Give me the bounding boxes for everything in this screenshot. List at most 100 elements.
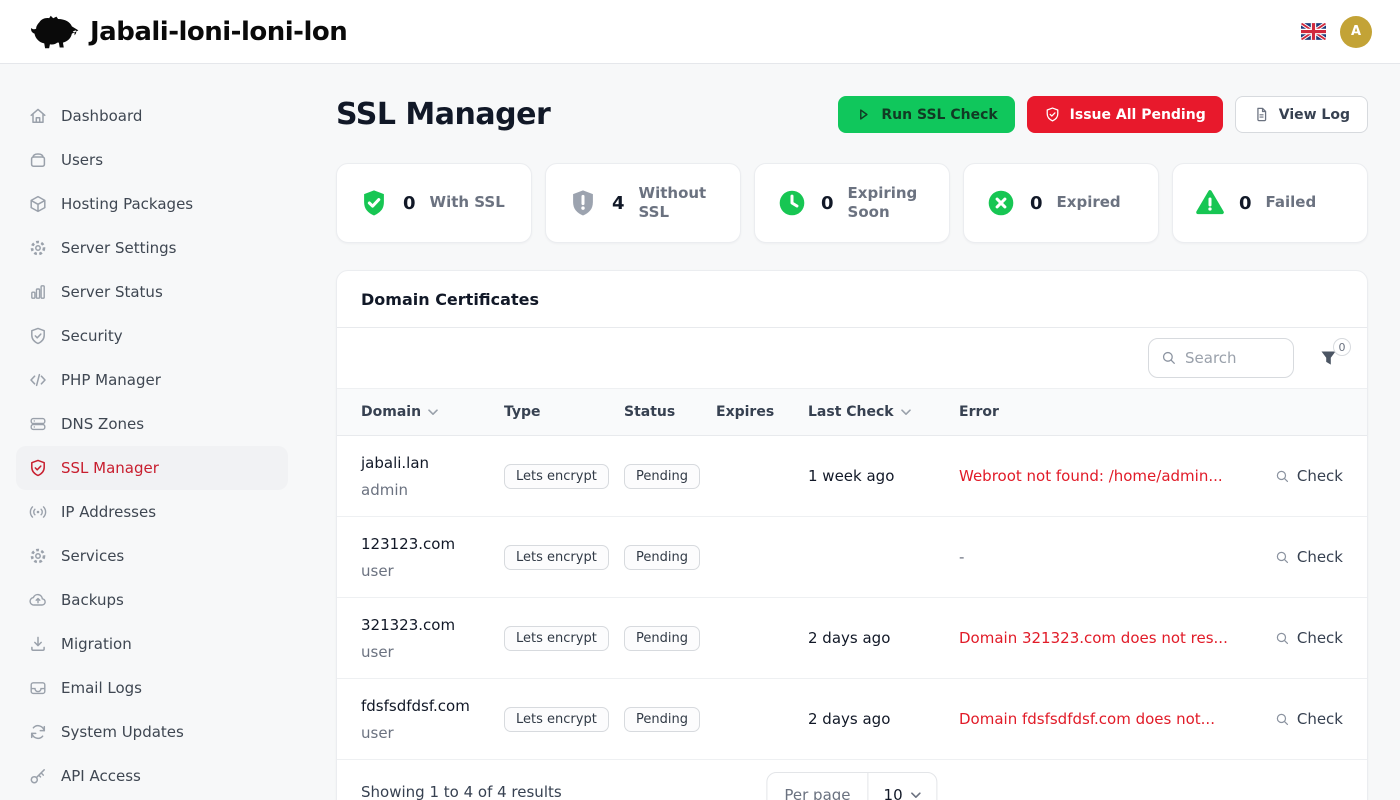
sidebar-item-label: Dashboard bbox=[61, 107, 142, 125]
bar-chart-icon bbox=[28, 282, 48, 302]
check-button[interactable]: Check bbox=[1275, 629, 1343, 647]
package-icon bbox=[28, 194, 48, 214]
clock-filled-icon bbox=[777, 188, 807, 218]
column-header-type: Type bbox=[504, 404, 624, 420]
column-header-last-check[interactable]: Last Check bbox=[808, 404, 959, 420]
stats-row: 0 With SSL 4 Without SSL 0 Expiring Soon… bbox=[336, 163, 1368, 243]
sidebar-item-system-updates[interactable]: System Updates bbox=[16, 710, 288, 754]
error-cell: Domain 321323.com does not res... bbox=[959, 629, 1247, 647]
check-button[interactable]: Check bbox=[1275, 548, 1343, 566]
chevron-down-icon bbox=[911, 792, 922, 799]
issue-all-pending-button[interactable]: Issue All Pending bbox=[1027, 96, 1223, 133]
table-row: jabali.lanadmin Lets encrypt Pending 1 w… bbox=[337, 436, 1367, 517]
sidebar-item-label: PHP Manager bbox=[61, 371, 161, 389]
results-summary: Showing 1 to 4 of 4 results bbox=[361, 783, 562, 800]
file-icon bbox=[1253, 106, 1270, 123]
card-title: Domain Certificates bbox=[361, 290, 539, 309]
stat-label: Failed bbox=[1266, 193, 1317, 213]
shield-check-filled-icon bbox=[359, 188, 389, 218]
check-button[interactable]: Check bbox=[1275, 710, 1343, 728]
check-button[interactable]: Check bbox=[1275, 467, 1343, 485]
domain-user: user bbox=[361, 724, 504, 742]
search-icon bbox=[1275, 712, 1290, 727]
filter-count-badge: 0 bbox=[1333, 338, 1351, 356]
status-badge: Pending bbox=[624, 545, 700, 570]
sidebar-item-ip-addresses[interactable]: IP Addresses bbox=[16, 490, 288, 534]
uk-flag-icon[interactable] bbox=[1301, 23, 1326, 40]
stat-card-with-ssl: 0 With SSL bbox=[336, 163, 532, 243]
type-badge: Lets encrypt bbox=[504, 545, 609, 570]
sidebar-item-email-logs[interactable]: Email Logs bbox=[16, 666, 288, 710]
per-page-select[interactable]: Per page 10 bbox=[766, 772, 937, 800]
view-log-label: View Log bbox=[1279, 107, 1350, 123]
sidebar-item-services[interactable]: Services bbox=[16, 534, 288, 578]
sidebar-item-hosting-packages[interactable]: Hosting Packages bbox=[16, 182, 288, 226]
error-cell: Webroot not found: /home/admin... bbox=[959, 467, 1247, 485]
stat-card-without-ssl: 4 Without SSL bbox=[545, 163, 741, 243]
stat-label: Without SSL bbox=[639, 184, 730, 223]
type-badge: Lets encrypt bbox=[504, 707, 609, 732]
search-icon bbox=[1275, 631, 1290, 646]
shield-exclamation-filled-icon bbox=[568, 188, 598, 218]
sidebar-item-php-manager[interactable]: PHP Manager bbox=[16, 358, 288, 402]
column-header-domain[interactable]: Domain bbox=[361, 404, 504, 420]
table-row: 321323.comuser Lets encrypt Pending 2 da… bbox=[337, 598, 1367, 679]
domain-certificates-card: Domain Certificates 0 Domain Type Status… bbox=[336, 270, 1368, 800]
column-header-expires: Expires bbox=[716, 404, 808, 420]
status-badge: Pending bbox=[624, 464, 700, 489]
run-ssl-check-button[interactable]: Run SSL Check bbox=[838, 96, 1014, 133]
stat-card-expired: 0 Expired bbox=[963, 163, 1159, 243]
stat-value: 0 bbox=[821, 193, 834, 214]
domain-user: admin bbox=[361, 481, 504, 499]
search-icon bbox=[1161, 350, 1177, 366]
sidebar-item-label: Users bbox=[61, 151, 103, 169]
sidebar-item-ssl-manager[interactable]: SSL Manager bbox=[16, 446, 288, 490]
inbox-icon bbox=[28, 678, 48, 698]
sidebar-item-users[interactable]: Users bbox=[16, 138, 288, 182]
page-title: SSL Manager bbox=[336, 97, 550, 132]
sidebar-item-api-access[interactable]: API Access bbox=[16, 754, 288, 798]
gear-icon bbox=[28, 546, 48, 566]
warning-triangle-filled-icon bbox=[1195, 188, 1225, 218]
stat-card-failed: 0 Failed bbox=[1172, 163, 1368, 243]
user-avatar[interactable]: A bbox=[1340, 16, 1372, 48]
view-log-button[interactable]: View Log bbox=[1235, 96, 1368, 133]
cloud-upload-icon bbox=[28, 590, 48, 610]
domain-name: jabali.lan bbox=[361, 454, 504, 472]
filter-button[interactable]: 0 bbox=[1320, 350, 1337, 366]
sidebar-item-dns-zones[interactable]: DNS Zones bbox=[16, 402, 288, 446]
search-icon bbox=[1275, 469, 1290, 484]
sidebar-item-label: Server Settings bbox=[61, 239, 176, 257]
server-stack-icon bbox=[28, 414, 48, 434]
status-badge: Pending bbox=[624, 707, 700, 732]
shield-check-icon bbox=[28, 326, 48, 346]
stat-label: Expiring Soon bbox=[848, 184, 939, 223]
sidebar-item-label: Security bbox=[61, 327, 123, 345]
last-check-cell: 2 days ago bbox=[808, 629, 959, 647]
domain-name: 123123.com bbox=[361, 535, 504, 553]
search-input-wrapper bbox=[1148, 338, 1294, 378]
sidebar-item-backups[interactable]: Backups bbox=[16, 578, 288, 622]
sidebar-item-server-status[interactable]: Server Status bbox=[16, 270, 288, 314]
sidebar-item-security[interactable]: Security bbox=[16, 314, 288, 358]
status-badge: Pending bbox=[624, 626, 700, 651]
sidebar-item-label: Email Logs bbox=[61, 679, 142, 697]
sidebar-item-migration[interactable]: Migration bbox=[16, 622, 288, 666]
sidebar-item-label: Server Status bbox=[61, 283, 163, 301]
sidebar-item-label: API Access bbox=[61, 767, 141, 785]
sidebar-item-server-settings[interactable]: Server Settings bbox=[16, 226, 288, 270]
sidebar-item-dashboard[interactable]: Dashboard bbox=[16, 94, 288, 138]
search-input[interactable] bbox=[1185, 349, 1281, 367]
gear-icon bbox=[28, 238, 48, 258]
error-cell: - bbox=[959, 548, 1247, 566]
domain-user: user bbox=[361, 643, 504, 661]
stat-value: 4 bbox=[612, 193, 625, 214]
stat-value: 0 bbox=[403, 193, 416, 214]
sidebar-item-label: Migration bbox=[61, 635, 132, 653]
per-page-value: 10 bbox=[884, 786, 903, 800]
sidebar-item-label: Hosting Packages bbox=[61, 195, 193, 213]
brand[interactable]: Jabali-loni-loni-lon bbox=[28, 14, 347, 50]
main-content: SSL Manager Run SSL Check Issue All Pend… bbox=[304, 64, 1400, 800]
domain-user: user bbox=[361, 562, 504, 580]
top-header: Jabali-loni-loni-lon A bbox=[0, 0, 1400, 64]
